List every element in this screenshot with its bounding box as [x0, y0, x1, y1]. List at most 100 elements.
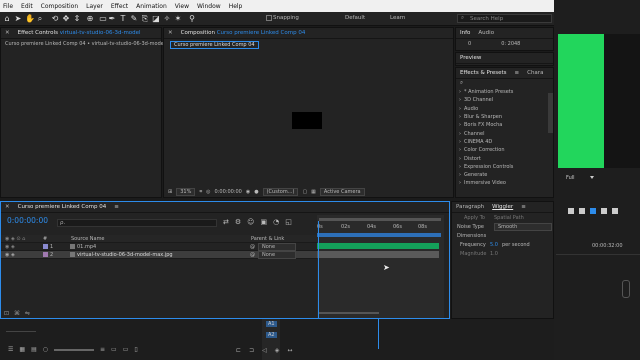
rectangle-icon[interactable]: ▭ [99, 14, 107, 23]
camera-snapshot-icon[interactable]: ◉ [246, 189, 250, 195]
puppet-icon[interactable]: ✶ [174, 14, 182, 23]
track-a1[interactable]: A1 [266, 321, 277, 327]
select-tool-icon[interactable]: ⊏ [236, 347, 241, 354]
list-view-icon[interactable]: ☰ [8, 346, 13, 353]
graph-icon[interactable]: ◱ [285, 218, 292, 226]
flowchart-icon[interactable]: ⌘ [14, 310, 20, 317]
sort-icon[interactable]: ≡ [100, 346, 105, 353]
menu-effect[interactable]: Effect [111, 3, 128, 10]
effects-list-item[interactable]: › CINEMA 4D [459, 138, 553, 146]
eraser-icon[interactable]: ◪ [152, 14, 160, 23]
menu-composition[interactable]: Composition [41, 3, 78, 10]
frame-blend-icon[interactable]: ▣ [260, 218, 267, 226]
table-row[interactable]: ◉ ◈ 2 virtual-tv-studio-06-3d-model-max.… [1, 250, 317, 259]
label-color[interactable] [43, 244, 48, 249]
hand-icon[interactable]: ✋ [25, 14, 35, 23]
timeline-track-area[interactable]: 0s 02s 04s 06s 08s ➤ [317, 215, 444, 318]
tab-effect-controls[interactable]: Effect Controls virtual-tv-studio-06-3d-… [18, 30, 141, 36]
mask-icon[interactable]: ◎ [206, 189, 210, 195]
effects-list-item[interactable]: › Audio [459, 105, 553, 113]
layer-bar-1[interactable] [317, 243, 439, 249]
work-area-bar[interactable] [319, 218, 441, 221]
render-icon[interactable]: ⊡ [4, 310, 9, 317]
home-icon[interactable]: ⌂ [3, 14, 11, 23]
stop-icon[interactable] [568, 207, 574, 214]
effects-list-item[interactable]: › Boris FX Mocha [459, 121, 553, 129]
pen-icon[interactable]: ✒ [108, 14, 116, 23]
menu-help[interactable]: Help [229, 3, 243, 10]
zoom-slider[interactable] [319, 312, 379, 314]
playhead[interactable] [318, 221, 319, 318]
pan-icon[interactable]: ✥ [62, 14, 70, 23]
razor-icon[interactable]: ◈ [275, 347, 280, 354]
tab-info[interactable]: Info [460, 30, 470, 36]
apply-to-select[interactable]: Spatial Path [494, 215, 524, 221]
layer-name[interactable]: virtual-tv-studio-06-3d-model-max.jpg [77, 252, 250, 258]
effects-scrollbar[interactable] [548, 93, 553, 133]
color-icon[interactable]: ● [254, 189, 258, 195]
tab-preview[interactable]: Preview [460, 55, 481, 61]
icon-view-icon[interactable]: ▦ [19, 346, 25, 353]
tab-paragraph[interactable]: Paragraph [456, 204, 484, 210]
visibility-icon[interactable]: ◉ ◈ [5, 252, 43, 258]
visibility-icon[interactable]: ◉ ◈ [5, 244, 43, 250]
zoom-slider[interactable] [53, 349, 94, 351]
effects-list-item[interactable]: › Color Correction [459, 146, 553, 154]
tab-audio[interactable]: Audio [478, 30, 494, 36]
search-help-field[interactable]: ⌕ Search Help [457, 14, 552, 23]
zoom-select[interactable]: 31% [176, 188, 196, 196]
roto-icon[interactable]: ✧ [163, 14, 171, 23]
pin-icon[interactable]: ⚲ [188, 14, 196, 23]
tab-wiggler[interactable]: Wiggler [492, 204, 513, 210]
time-ruler[interactable]: 0s 02s 04s 06s 08s [317, 224, 441, 232]
type-icon[interactable]: T [119, 14, 127, 23]
layer-bar-2[interactable] [317, 251, 439, 258]
motion-blur-icon[interactable]: ◔ [273, 218, 279, 226]
comp-subtab[interactable]: Curso premiere Linked Comp 04 [170, 40, 259, 49]
new-item-icon[interactable]: ▭ [111, 346, 117, 353]
track-select-icon[interactable]: ⊐ [249, 347, 254, 354]
parent-select[interactable]: None [258, 242, 296, 251]
ripple-icon[interactable]: ◁ [262, 347, 267, 354]
menu-icon[interactable]: ≡ [521, 204, 526, 210]
menu-view[interactable]: View [175, 3, 189, 10]
tab-composition[interactable]: Composition Curso premiere Linked Comp 0… [181, 30, 306, 36]
selection-icon[interactable]: ➤ [14, 14, 22, 23]
menu-window[interactable]: Window [197, 3, 221, 10]
clone-icon[interactable]: ⎘ [141, 14, 149, 23]
tab-character[interactable]: Chara [527, 70, 543, 76]
workspace-learn[interactable]: Learn [390, 15, 405, 21]
menu-animation[interactable]: Animation [136, 3, 167, 10]
timecode[interactable]: 0:00:00:00 [215, 189, 242, 195]
region-icon[interactable]: ▢ [302, 189, 307, 195]
insert-icon[interactable] [601, 207, 607, 214]
track-a2[interactable]: A2 [266, 332, 277, 338]
brush-icon[interactable]: ✎ [130, 14, 138, 23]
close-icon[interactable]: ✕ [5, 204, 10, 210]
anchor-icon[interactable]: ⊕ [86, 14, 94, 23]
close-icon[interactable]: ✕ [5, 30, 10, 36]
pickwhip-icon[interactable]: @ [250, 252, 258, 258]
orbit-icon[interactable]: ⟲ [51, 14, 59, 23]
timeline-search-input[interactable]: ρ. [57, 219, 217, 227]
magnify-icon[interactable]: ⊞ [168, 189, 172, 195]
frequency-value[interactable]: 5.0 [490, 242, 502, 248]
effects-list-item[interactable]: › Immersive Video [459, 179, 553, 187]
menu-edit[interactable]: Edit [21, 3, 33, 10]
trash-icon[interactable]: ▯ [134, 346, 137, 353]
layer-name[interactable]: 01.mp4 [77, 244, 250, 250]
step-icon[interactable] [579, 207, 585, 214]
scroll-handle[interactable] [622, 280, 630, 298]
zoom-icon[interactable]: ⌕ [36, 14, 44, 23]
zoom-out-icon[interactable]: ○ [43, 346, 48, 353]
effects-list-item[interactable]: › Distort [459, 154, 553, 162]
effects-list-item[interactable]: › Expression Controls [459, 163, 553, 171]
grid-icon[interactable]: ⌗ [199, 189, 202, 195]
transfer-icon[interactable]: ⇄ [223, 218, 229, 226]
menu-file[interactable]: File [3, 3, 13, 10]
freeform-icon[interactable]: ▤ [31, 346, 37, 353]
parent-select[interactable]: None [258, 250, 296, 259]
toggle-icon[interactable]: ⇋ [25, 310, 30, 317]
timeline-timecode[interactable]: 0:00:00:00 [7, 216, 48, 225]
tab-timeline[interactable]: Curso premiere Linked Comp 04 [18, 204, 107, 210]
